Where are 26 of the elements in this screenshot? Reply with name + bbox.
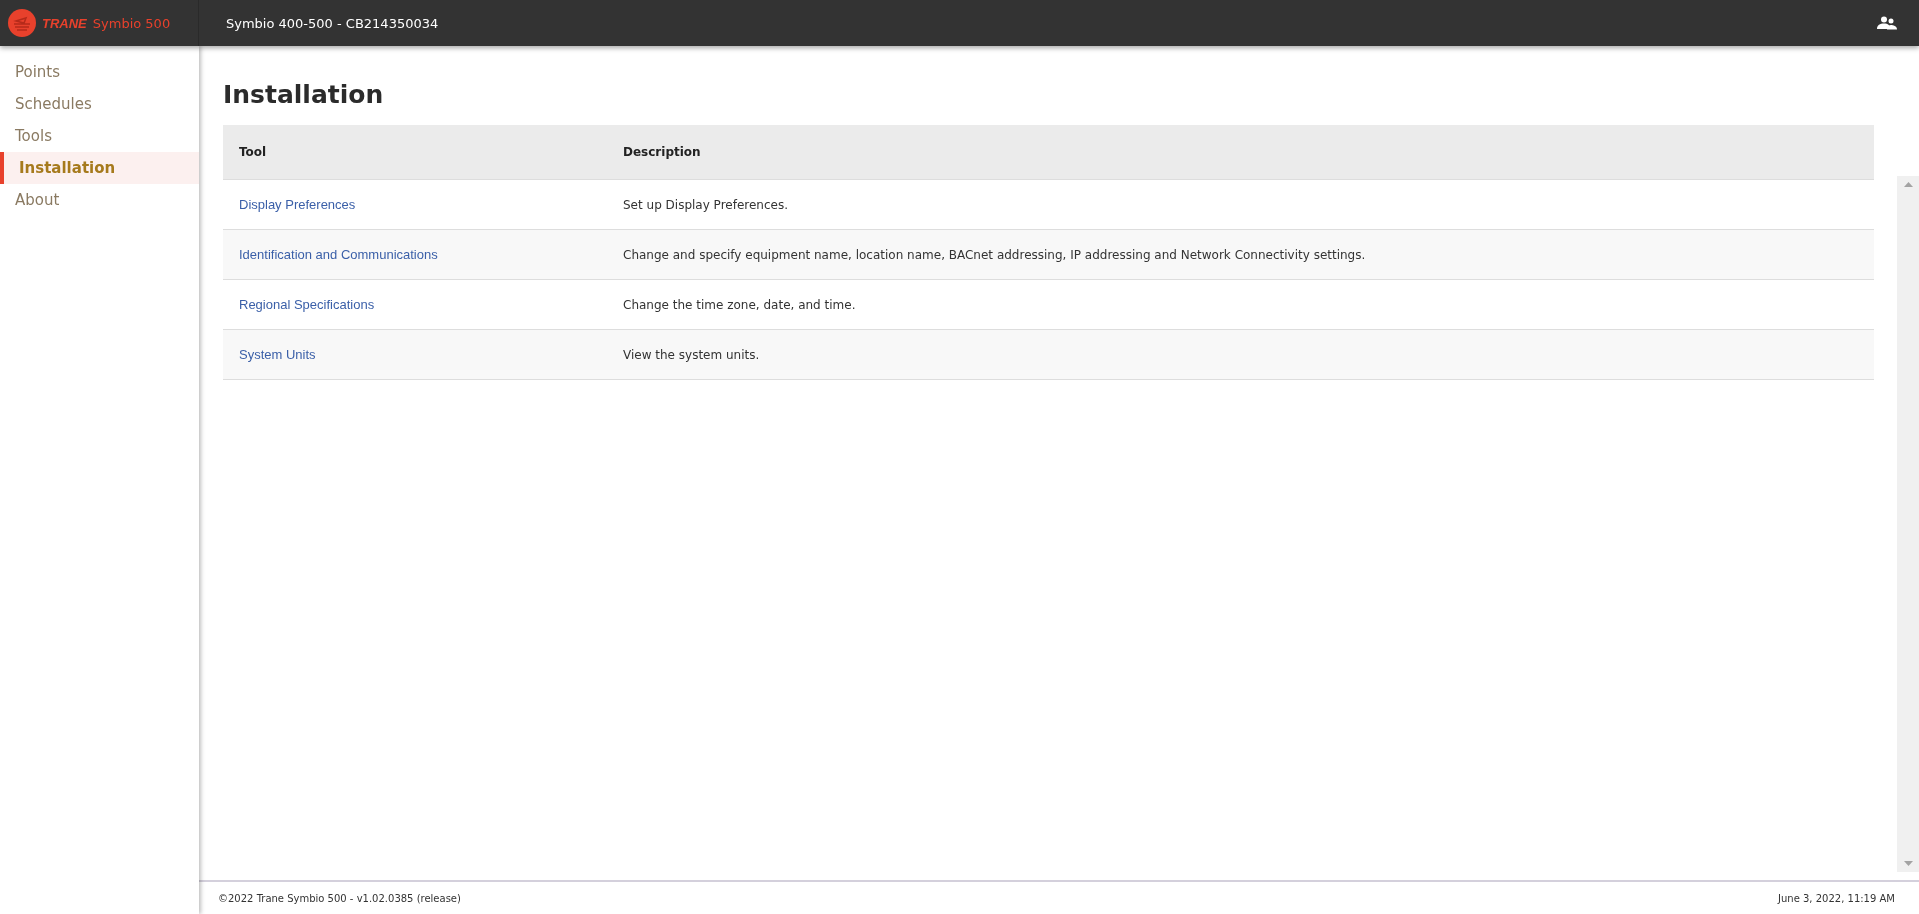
brand-logo-text: TRANE: [42, 15, 87, 31]
product-name: Symbio 500: [92, 15, 171, 31]
sidebar-item[interactable]: About: [0, 184, 199, 216]
logo-icon: [8, 9, 36, 37]
column-header: Tool: [223, 125, 607, 180]
tool-link[interactable]: Display Preferences: [239, 197, 356, 212]
table-cell: View the system units.: [607, 329, 1874, 380]
scroll-down-icon[interactable]: [1903, 861, 1913, 866]
scroll-up-icon[interactable]: [1903, 182, 1913, 187]
users-icon[interactable]: [1877, 16, 1897, 30]
sidebar-item[interactable]: Installation: [0, 152, 199, 184]
tool-link[interactable]: Identification and Communications: [239, 247, 438, 262]
table-cell: Change the time zone, date, and time.: [607, 279, 1874, 330]
column-header: Description: [607, 125, 1874, 180]
tool-link[interactable]: System Units: [239, 347, 316, 362]
table-cell: Change and specify equipment name, location name, BACnet addressing, IP addressing and Network Connectivity settings.: [607, 229, 1874, 280]
copyright-text: ©2022 Trane Symbio 500 - v1.02.0385 (release): [218, 892, 461, 904]
sidebar-item[interactable]: Tools: [0, 120, 199, 152]
sidebar-item[interactable]: Schedules: [0, 88, 199, 120]
device-title: Symbio 400-500 - CB214350034: [226, 15, 440, 31]
table-cell: Set up Display Preferences.: [607, 179, 1874, 230]
sidebar-item[interactable]: Points: [0, 56, 199, 88]
datetime-text: June 3, 2022, 11:19 AM: [1778, 892, 1895, 904]
page-title: Installation: [223, 80, 385, 109]
tool-link[interactable]: Regional Specifications: [239, 297, 375, 312]
scrollbar[interactable]: [1897, 176, 1919, 872]
